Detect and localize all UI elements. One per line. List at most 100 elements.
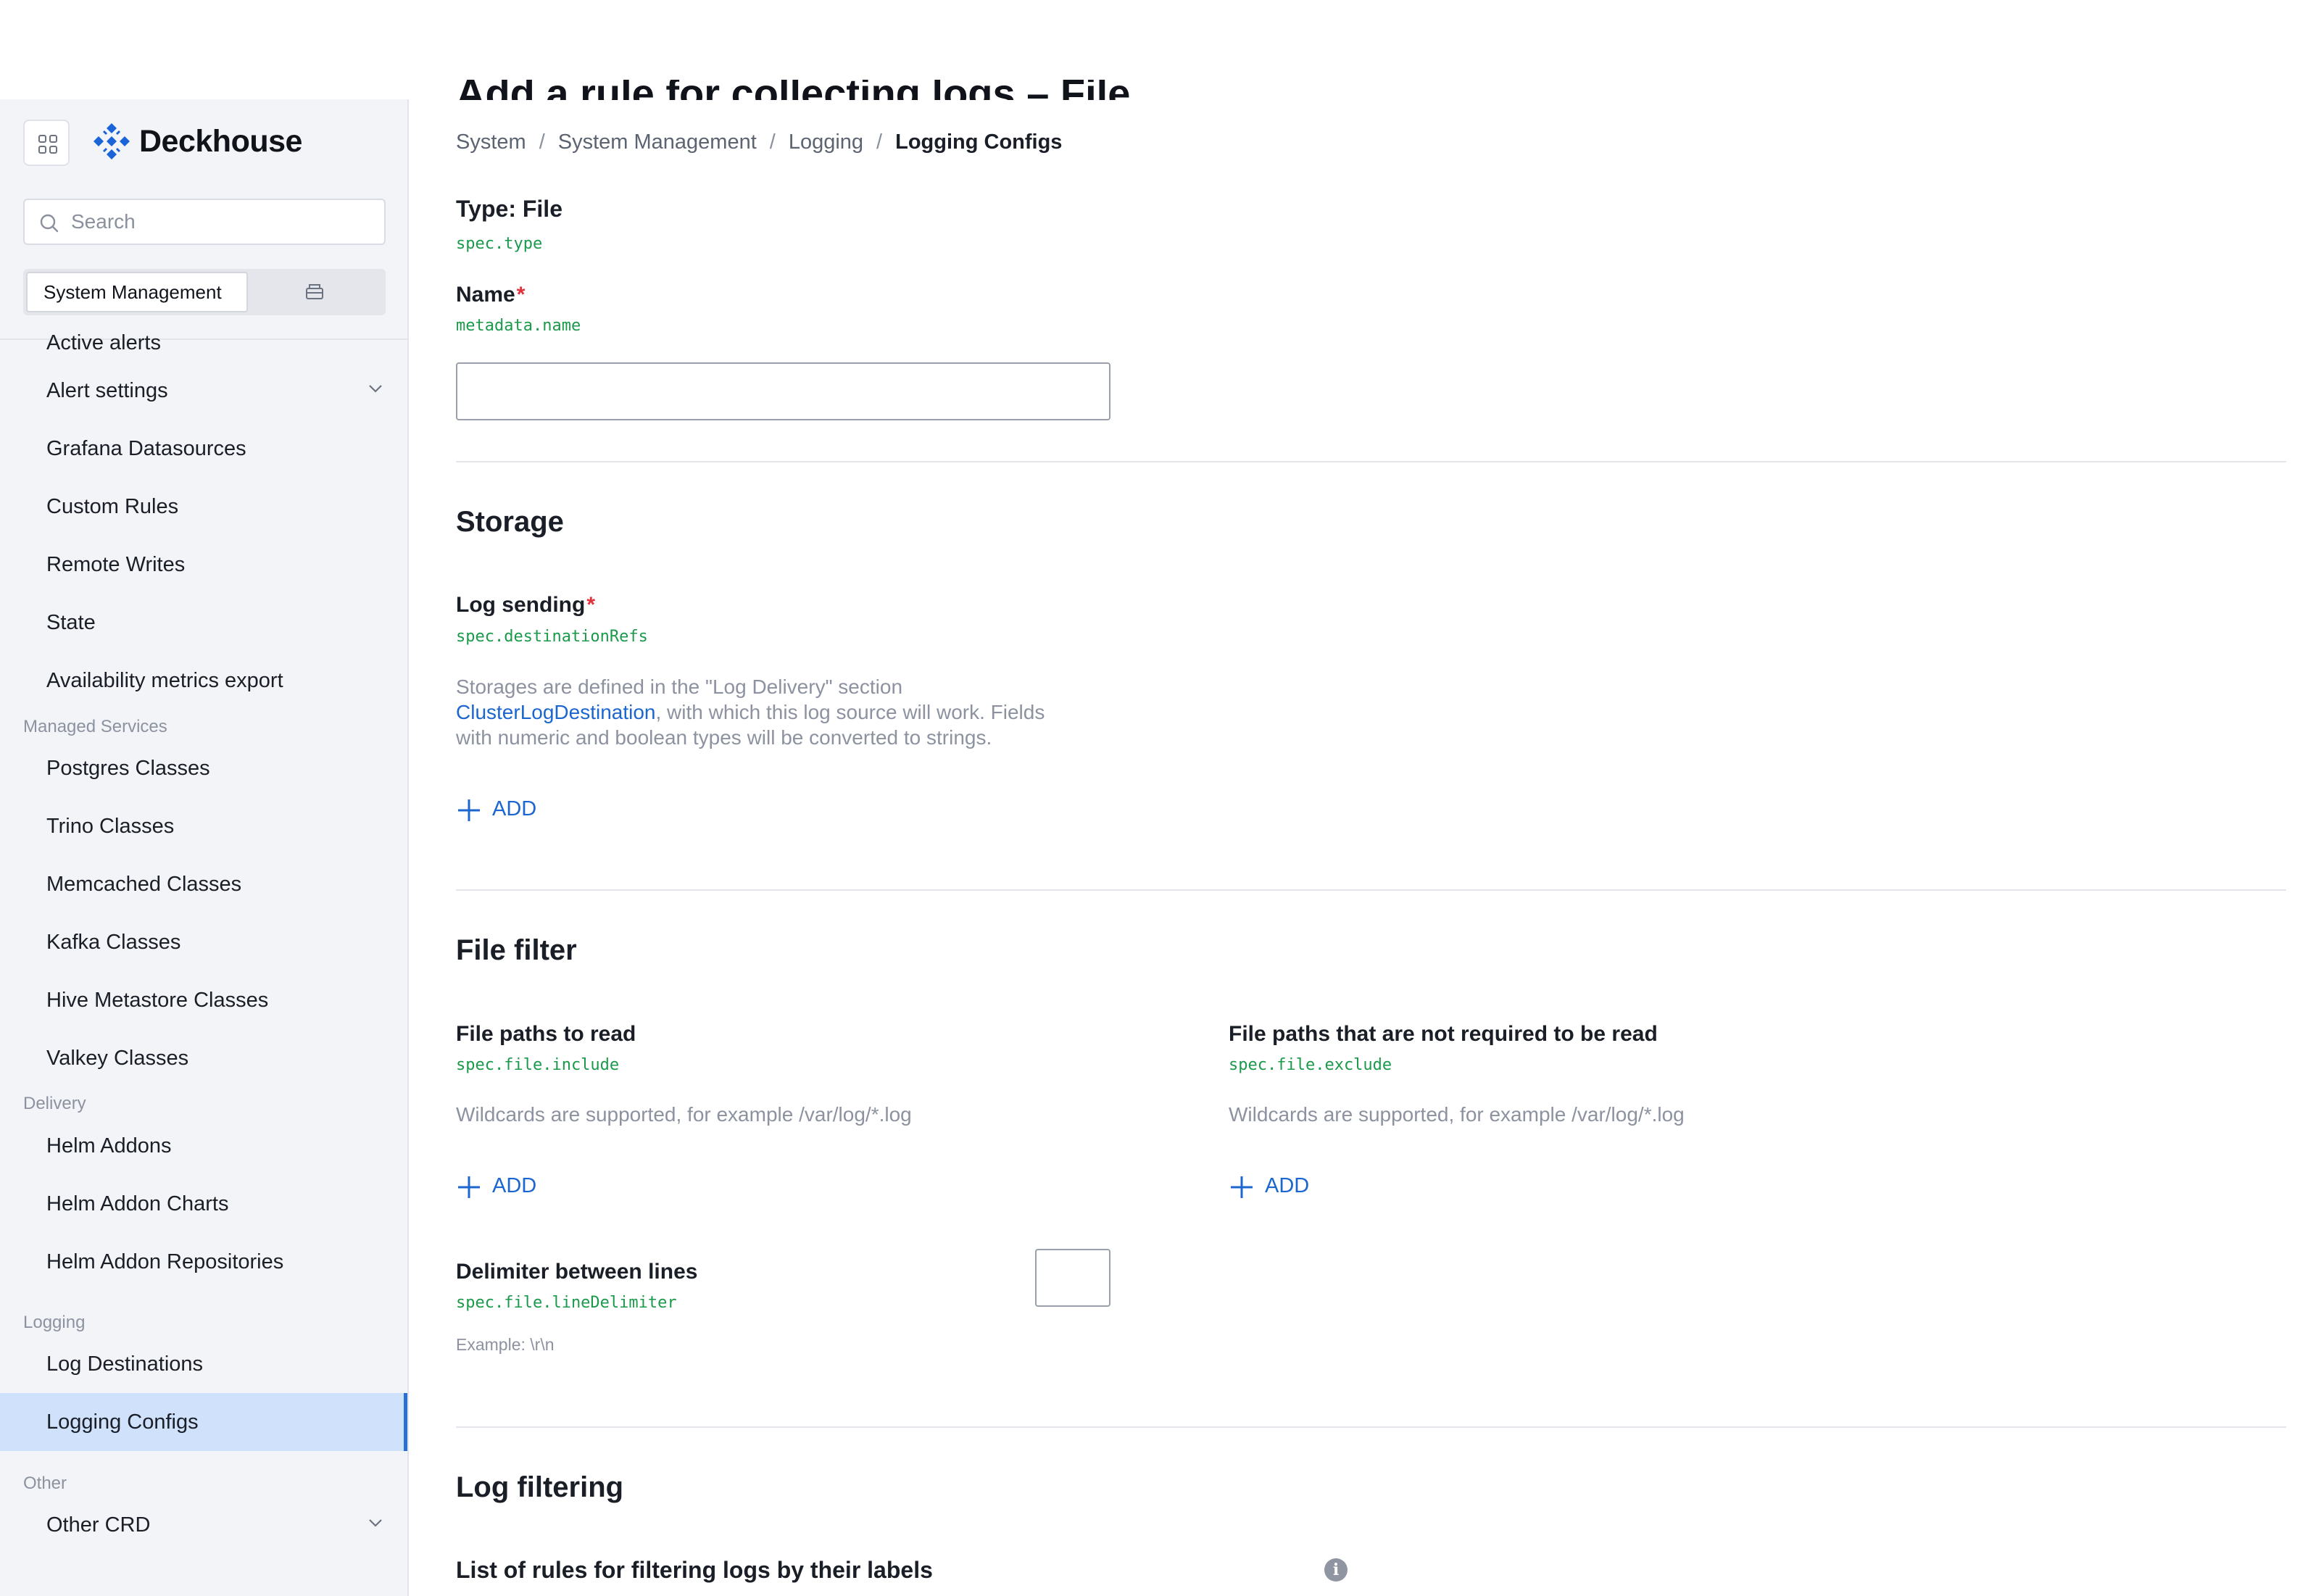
sidebar-item-label: Logging Configs — [46, 1410, 199, 1434]
brand-row: Deckhouse — [23, 118, 386, 166]
delimiter-input[interactable] — [1035, 1249, 1110, 1307]
log-sending-path: spec.destinationRefs — [456, 628, 648, 646]
sidebar-item-label: Custom Rules — [46, 495, 179, 518]
log-sending-label-text: Log sending — [456, 593, 586, 617]
type-label: Type: File — [456, 196, 562, 222]
info-icon[interactable]: i — [1324, 1558, 1348, 1582]
search-box[interactable] — [23, 199, 386, 245]
brand-name: Deckhouse — [139, 124, 302, 159]
sidebar: Deckhouse System Management Active alert… — [0, 99, 409, 1596]
sidebar-item-label: Grafana Datasources — [46, 437, 246, 460]
sidebar-item-trino-classes[interactable]: Trino Classes — [0, 797, 407, 855]
required-asterisk: * — [516, 283, 526, 307]
add-exclude-path-button[interactable]: ADD — [1229, 1173, 1330, 1202]
file-filter-section-title: File filter — [456, 934, 577, 966]
cluster-log-destination-link[interactable]: ClusterLogDestination — [456, 701, 656, 723]
sidebar-group-logging: Logging — [23, 1313, 86, 1332]
sidebar-item-label: Helm Addon Repositories — [46, 1250, 284, 1273]
storage-help-line-2-rest: , with which this log source will work. … — [655, 701, 1045, 723]
storage-help-line-1: Storages are defined in the "Log Deliver… — [456, 676, 903, 698]
search-icon — [40, 214, 59, 233]
sidebar-item-label: Trino Classes — [46, 815, 175, 838]
breadcrumb-separator: / — [769, 130, 776, 154]
segment-system-management[interactable]: System Management — [26, 272, 248, 312]
delimiter-example: Example: \r\n — [456, 1335, 555, 1354]
plus-icon — [458, 799, 480, 821]
storage-help-text: Storages are defined in the "Log Deliver… — [456, 674, 1045, 750]
breadcrumb-system-management[interactable]: System Management — [558, 130, 757, 154]
sidebar-item-active-alerts[interactable]: Active alerts — [0, 320, 407, 366]
sidebar-item-label: Valkey Classes — [46, 1047, 189, 1070]
page-title: Add a rule for collecting logs – File — [456, 80, 1130, 100]
name-label: Name* — [456, 283, 525, 307]
chevron-down-icon — [369, 385, 382, 393]
name-path: metadata.name — [456, 317, 581, 335]
sidebar-item-label: Hive Metastore Classes — [46, 989, 269, 1012]
sidebar-group-managed-services: Managed Services — [23, 717, 167, 736]
sidebar-item-helm-addon-repositories[interactable]: Helm Addon Repositories — [0, 1233, 407, 1291]
sidebar-item-label: Memcached Classes — [46, 873, 242, 896]
sidebar-item-availability-metrics-export[interactable]: Availability metrics export — [0, 652, 407, 710]
sidebar-item-label: State — [46, 611, 96, 634]
sidebar-item-label: Helm Addon Charts — [46, 1192, 229, 1215]
sidebar-item-label: Other CRD — [46, 1513, 151, 1537]
add-log-destination-button[interactable]: ADD — [456, 796, 557, 825]
storage-help-line-2: ClusterLogDestination, with which this l… — [456, 699, 1045, 725]
page-title-clipped: Add a rule for collecting logs – File — [456, 80, 1471, 100]
chevron-down-icon — [369, 1519, 382, 1527]
sidebar-item-label: Postgres Classes — [46, 757, 210, 780]
deckhouse-logo-icon — [94, 123, 130, 159]
plus-icon — [1231, 1176, 1253, 1198]
storage-help-line-3: with numeric and boolean types will be c… — [456, 726, 992, 749]
required-asterisk: * — [586, 593, 596, 617]
exclude-path: spec.file.exclude — [1229, 1056, 1392, 1074]
sidebar-item-kafka-classes[interactable]: Kafka Classes — [0, 913, 407, 971]
sidebar-item-memcached-classes[interactable]: Memcached Classes — [0, 855, 407, 913]
sidebar-item-postgres-classes[interactable]: Postgres Classes — [0, 739, 407, 797]
archive-icon[interactable] — [304, 282, 325, 301]
sidebar-group-other: Other — [23, 1474, 67, 1493]
sidebar-item-hive-metastore-classes[interactable]: Hive Metastore Classes — [0, 971, 407, 1029]
name-input[interactable] — [456, 362, 1110, 420]
sidebar-item-label: Helm Addons — [46, 1134, 172, 1157]
delimiter-path: spec.file.lineDelimiter — [456, 1294, 677, 1312]
apps-menu-button[interactable] — [23, 120, 70, 166]
sidebar-item-alert-settings[interactable]: Alert settings — [0, 362, 407, 420]
sidebar-item-label: Kafka Classes — [46, 931, 181, 954]
sidebar-item-label: Availability metrics export — [46, 669, 283, 692]
add-include-path-button[interactable]: ADD — [456, 1173, 557, 1202]
sidebar-item-logging-configs[interactable]: Logging Configs — [0, 1393, 407, 1451]
sidebar-item-label: Alert settings — [46, 379, 168, 402]
sidebar-item-helm-addon-charts[interactable]: Helm Addon Charts — [0, 1175, 407, 1233]
sidebar-item-custom-rules[interactable]: Custom Rules — [0, 478, 407, 536]
exclude-help: Wildcards are supported, for example /va… — [1229, 1103, 1685, 1126]
section-divider — [456, 1426, 2286, 1428]
sidebar-item-label: Remote Writes — [46, 553, 186, 576]
sidebar-item-valkey-classes[interactable]: Valkey Classes — [0, 1029, 407, 1087]
grid-icon — [38, 135, 57, 154]
name-label-text: Name — [456, 283, 515, 307]
sidebar-item-grafana-datasources[interactable]: Grafana Datasources — [0, 420, 407, 478]
sidebar-item-helm-addons[interactable]: Helm Addons — [0, 1117, 407, 1175]
sidebar-item-remote-writes[interactable]: Remote Writes — [0, 536, 407, 594]
breadcrumb-separator: / — [539, 130, 545, 154]
breadcrumb: System / System Management / Logging / Logging… — [456, 130, 1062, 154]
sidebar-item-label: Log Destinations — [46, 1352, 204, 1376]
section-switcher: System Management — [23, 269, 386, 315]
sidebar-item-log-destinations[interactable]: Log Destinations — [0, 1335, 407, 1393]
label-filter-rules-label: List of rules for filtering logs by thei… — [456, 1557, 933, 1583]
breadcrumb-system[interactable]: System — [456, 130, 526, 154]
sidebar-item-state[interactable]: State — [0, 594, 407, 652]
include-path: spec.file.include — [456, 1056, 620, 1074]
section-divider — [456, 889, 2286, 891]
breadcrumb-current: Logging Configs — [895, 130, 1063, 154]
section-divider — [456, 461, 2286, 462]
breadcrumb-logging[interactable]: Logging — [789, 130, 863, 154]
delimiter-label: Delimiter between lines — [456, 1260, 698, 1284]
sidebar-item-label: Active alerts — [46, 331, 161, 354]
exclude-label: File paths that are not required to be r… — [1229, 1022, 1658, 1046]
add-button-label: ADD — [492, 1174, 537, 1197]
include-help: Wildcards are supported, for example /va… — [456, 1103, 912, 1126]
sidebar-item-other-crd[interactable]: Other CRD — [0, 1496, 407, 1554]
search-input[interactable] — [71, 207, 375, 236]
